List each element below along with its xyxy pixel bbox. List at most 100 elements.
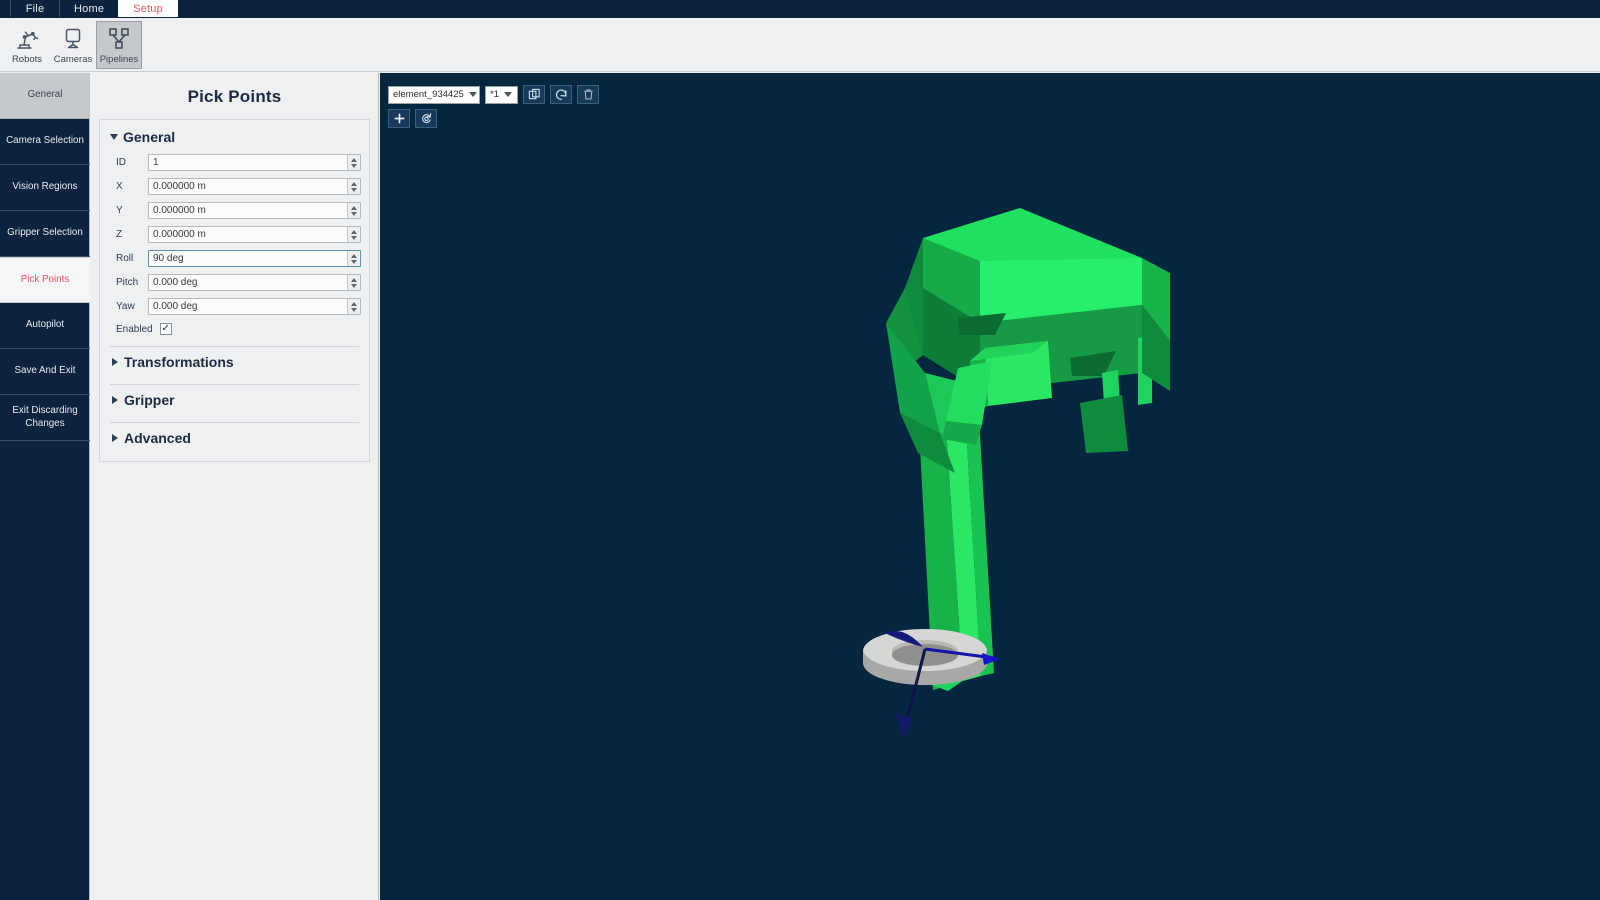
- field-label: X: [108, 181, 148, 192]
- plus-icon: [393, 112, 406, 125]
- ribbon-item-cameras[interactable]: Cameras: [50, 21, 96, 69]
- chevron-down-icon: [504, 92, 512, 97]
- sidebar-item-label: Save And Exit: [15, 365, 76, 377]
- chevron-down-icon: [469, 92, 477, 97]
- z-field[interactable]: 0.000000 m: [148, 226, 361, 243]
- field-label: Y: [108, 205, 148, 216]
- section-advanced[interactable]: Advanced: [108, 423, 361, 453]
- tab-file[interactable]: File: [10, 0, 60, 17]
- pitch-stepper[interactable]: [347, 275, 360, 290]
- field-value: 90 deg: [149, 251, 347, 266]
- application-window: File Home Setup: [0, 0, 1600, 900]
- sidebar-item-label: Pick Points: [21, 274, 69, 286]
- tab-setup[interactable]: Setup: [118, 0, 178, 17]
- stepper-up-icon: [351, 254, 357, 258]
- count-select[interactable]: *1: [485, 86, 518, 104]
- stepper-down-icon: [351, 236, 357, 240]
- stepper-down-icon: [351, 164, 357, 168]
- section-label: Advanced: [124, 430, 191, 446]
- sidebar-item-label: Camera Selection: [6, 135, 84, 147]
- sidebar-item-pick-points[interactable]: Pick Points: [0, 257, 90, 303]
- ribbon-item-pipelines[interactable]: Pipelines: [96, 21, 142, 69]
- delete-button[interactable]: [577, 85, 599, 104]
- ribbon-toolbar: Robots Cameras: [0, 18, 1600, 72]
- stepper-down-icon: [351, 308, 357, 312]
- duplicate-button[interactable]: [523, 85, 545, 104]
- pipeline-nodes-icon: [105, 25, 133, 53]
- sidebar-item-general[interactable]: General: [0, 73, 90, 119]
- general-group-header[interactable]: General: [108, 126, 361, 151]
- section-transformations[interactable]: Transformations: [108, 347, 361, 377]
- 3d-viewport[interactable]: element_934425 *1: [380, 73, 1600, 900]
- checkmark-icon: ✓: [162, 324, 170, 334]
- id-stepper[interactable]: [347, 155, 360, 170]
- pitch-field[interactable]: 0.000 deg: [148, 274, 361, 291]
- stepper-down-icon: [351, 284, 357, 288]
- sidebar-item-gripper-selection[interactable]: Gripper Selection: [0, 211, 90, 257]
- mounting-flange: [863, 629, 987, 685]
- sidebar-item-autopilot[interactable]: Autopilot: [0, 303, 90, 349]
- reset-button[interactable]: [550, 85, 572, 104]
- sidebar-item-label: General: [28, 89, 63, 101]
- duplicate-icon: [528, 88, 541, 101]
- id-field[interactable]: 1: [148, 154, 361, 171]
- stepper-up-icon: [351, 206, 357, 210]
- field-label: ID: [108, 157, 148, 168]
- y-field[interactable]: 0.000000 m: [148, 202, 361, 219]
- element-select-value: element_934425: [393, 89, 464, 100]
- section-label: Gripper: [124, 392, 175, 408]
- yaw-stepper[interactable]: [347, 299, 360, 314]
- field-row-z: Z 0.000000 m: [108, 223, 361, 246]
- roll-field[interactable]: 90 deg: [148, 250, 361, 267]
- tabbar-spacer: [0, 0, 10, 17]
- sidebar-item-camera-selection[interactable]: Camera Selection: [0, 119, 90, 165]
- sidebar-item-vision-regions[interactable]: Vision Regions: [0, 165, 90, 211]
- z-stepper[interactable]: [347, 227, 360, 242]
- chevron-right-icon: [112, 358, 118, 366]
- camera-icon: [59, 25, 87, 53]
- stepper-up-icon: [351, 158, 357, 162]
- chevron-right-icon: [112, 434, 118, 442]
- yaw-field[interactable]: 0.000 deg: [148, 298, 361, 315]
- element-select[interactable]: element_934425: [388, 86, 480, 104]
- general-group-label: General: [123, 129, 175, 145]
- viewport-toolbar-row-1: element_934425 *1: [388, 85, 599, 104]
- field-row-yaw: Yaw 0.000 deg: [108, 295, 361, 318]
- count-select-value: *1: [490, 89, 499, 100]
- x-field[interactable]: 0.000000 m: [148, 178, 361, 195]
- refresh-gear-icon: [420, 112, 433, 125]
- stepper-up-icon: [351, 302, 357, 306]
- field-row-x: X 0.000000 m: [108, 175, 361, 198]
- undo-arrow-icon: [555, 88, 568, 101]
- general-group-box: General ID 1 X 0.000000 m Y: [99, 119, 370, 462]
- ribbon-item-label: Robots: [12, 54, 42, 65]
- trash-icon: [582, 88, 595, 101]
- sidebar-item-label: Autopilot: [26, 319, 64, 331]
- stepper-down-icon: [351, 188, 357, 192]
- field-label: Yaw: [108, 301, 148, 312]
- enabled-checkbox[interactable]: ✓: [160, 323, 172, 335]
- stepper-down-icon: [351, 212, 357, 216]
- add-button[interactable]: [388, 109, 410, 128]
- section-gripper[interactable]: Gripper: [108, 385, 361, 415]
- field-row-roll: Roll 90 deg: [108, 247, 361, 270]
- sidebar-item-label: Vision Regions: [12, 181, 77, 193]
- stepper-up-icon: [351, 230, 357, 234]
- sidebar-item-label: Gripper Selection: [7, 227, 83, 239]
- roll-stepper[interactable]: [347, 251, 360, 266]
- y-stepper[interactable]: [347, 203, 360, 218]
- recompute-button[interactable]: [415, 109, 437, 128]
- x-stepper[interactable]: [347, 179, 360, 194]
- tab-home[interactable]: Home: [59, 0, 119, 17]
- field-row-y: Y 0.000000 m: [108, 199, 361, 222]
- sidebar-item-exit-discarding-changes[interactable]: Exit Discarding Changes: [0, 395, 90, 441]
- viewport-toolbar: element_934425 *1: [388, 85, 599, 133]
- ribbon-item-robots[interactable]: Robots: [4, 21, 50, 69]
- field-row-id: ID 1: [108, 151, 361, 174]
- field-label: Z: [108, 229, 148, 240]
- setup-sidebar: General Camera Selection Vision Regions …: [0, 73, 90, 900]
- field-label: Roll: [108, 253, 148, 264]
- page-title: Pick Points: [99, 87, 370, 107]
- stepper-up-icon: [351, 278, 357, 282]
- sidebar-item-save-and-exit[interactable]: Save And Exit: [0, 349, 90, 395]
